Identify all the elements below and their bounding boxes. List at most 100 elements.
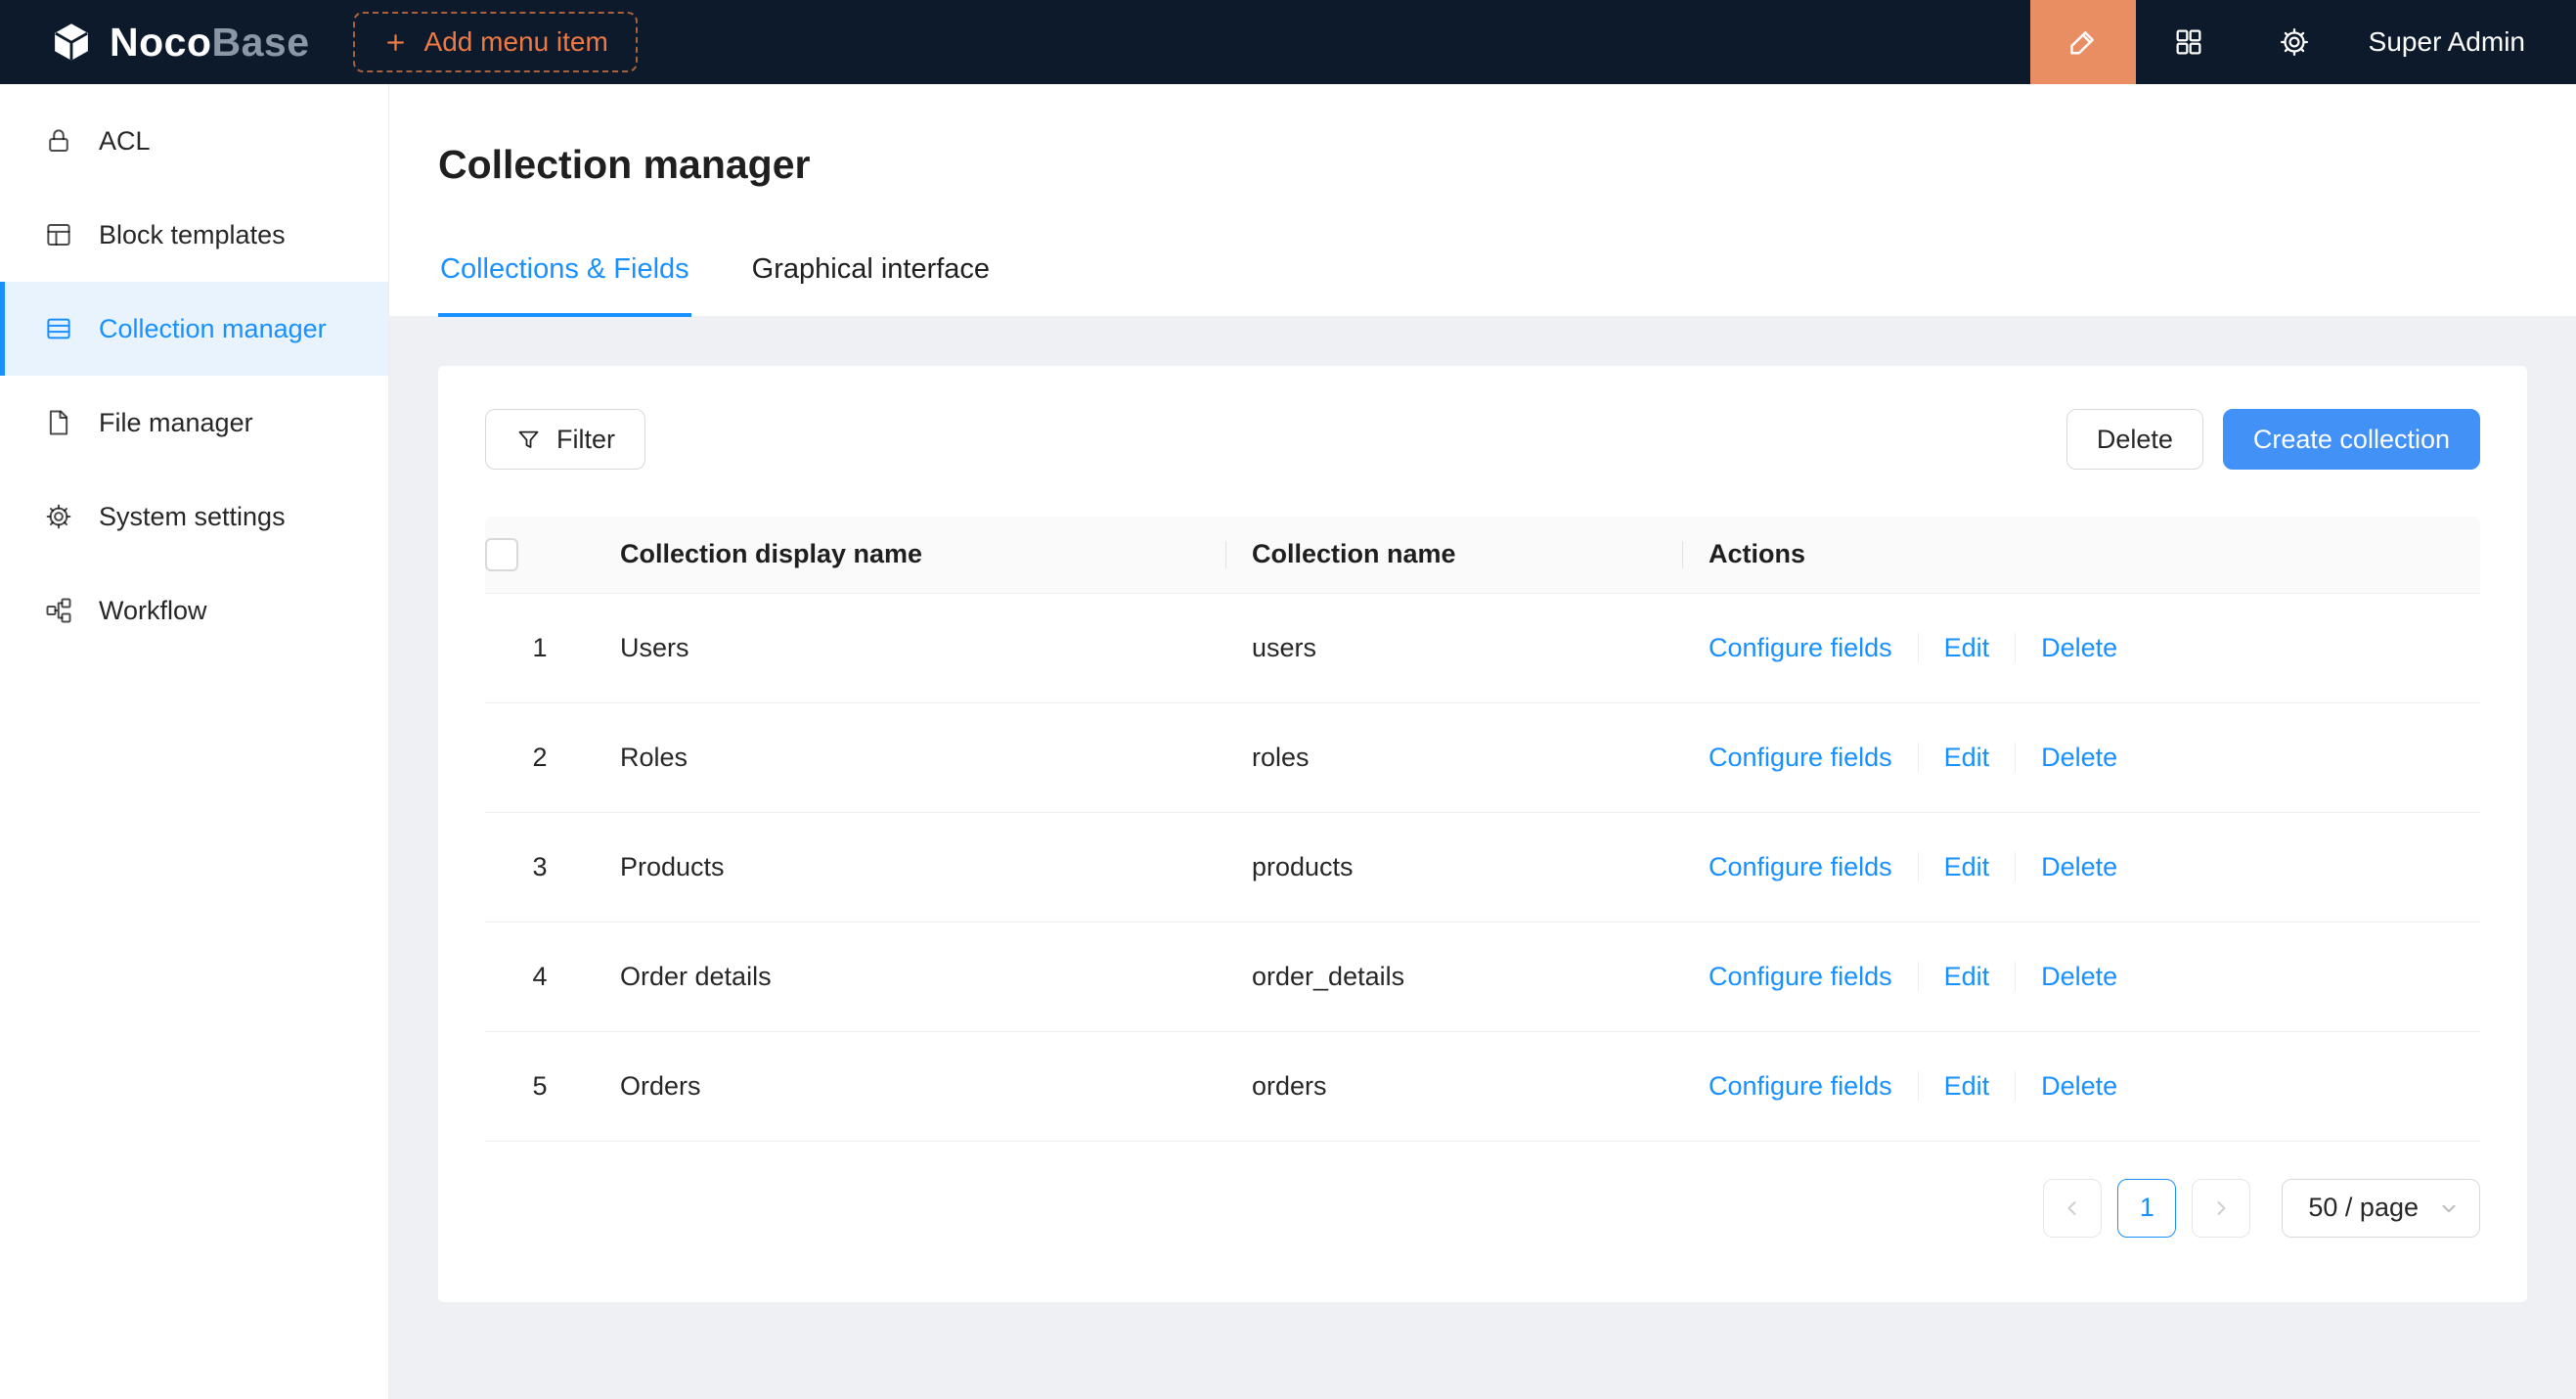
row-display-name: Orders [595,1031,1226,1141]
next-page-button[interactable] [2192,1179,2250,1238]
row-index: 2 [485,702,595,812]
current-user[interactable]: Super Admin [2347,26,2576,58]
action-divider [2015,633,2016,662]
chevron-down-icon [2438,1197,2460,1219]
add-menu-item-button[interactable]: Add menu item [353,12,638,72]
page-number-button[interactable]: 1 [2117,1179,2176,1238]
table-row: 5OrdersordersConfigure fieldsEditDelete [485,1031,2480,1141]
select-all-cell [485,517,595,593]
sidebar-menu: ACL Block templates Collection manager File… [0,94,388,657]
delete-button[interactable]: Delete [2066,409,2203,470]
header-actions: Super Admin [2030,0,2576,84]
column-header-actions: Actions [1683,517,2480,593]
action-divider [1918,743,1919,772]
action-divider [1918,852,1919,881]
sidebar-item-workflow[interactable]: Workflow [0,564,388,657]
sidebar-item-acl[interactable]: ACL [0,94,388,188]
table-row: 2Rolesroles Configure fields Edit Delete [485,702,2480,812]
configure-fields-link[interactable]: Configure fields [1709,852,1892,882]
tab-bar: Collections & Fields Graphical interface [389,238,2576,317]
column-header-collection-name: Collection name [1226,517,1683,593]
pagination: 1 50 / page [485,1179,2480,1238]
action-divider [1918,962,1919,991]
app-logo[interactable]: NocoBase [0,20,353,66]
delete-link[interactable]: Delete [2041,852,2117,882]
sidebar-item-label: System settings [99,502,286,532]
ui-editor-button[interactable] [2030,0,2136,84]
collections-card: Filter Delete Create collection Collecti… [438,366,2527,1302]
page-size-label: 50 / page [2308,1193,2419,1223]
row-index: 5 [485,1031,595,1141]
logo-text-light: Base [212,20,310,65]
prev-page-button[interactable] [2043,1179,2102,1238]
filter-button[interactable]: Filter [485,409,645,470]
delete-link[interactable]: Delete [2041,633,2117,663]
table-row: 1UsersusersConfigure fieldsEditDelete [485,593,2480,702]
tab-collections-fields[interactable]: Collections & Fields [438,238,691,317]
card-toolbar: Filter Delete Create collection [485,409,2480,470]
row-index: 4 [485,922,595,1031]
filter-button-label: Filter [556,425,615,455]
filter-icon [515,427,542,453]
edit-link[interactable]: Edit [1944,743,1990,773]
app-header: NocoBase Add menu item Super Admin [0,0,2576,84]
edit-link[interactable]: Edit [1944,1071,1990,1102]
edit-link[interactable]: Edit [1944,852,1990,882]
row-index: 3 [485,812,595,922]
grid-icon [2172,25,2205,59]
configure-fields-link[interactable]: Configure fields [1709,743,1892,773]
sidebar-item-collection-manager[interactable]: Collection manager [0,282,388,376]
row-actions-cell: Configure fields Edit Delete [1683,593,2480,702]
lock-icon [44,126,73,156]
create-collection-button[interactable]: Create collection [2223,409,2480,470]
page-size-select[interactable]: 50 / page [2282,1179,2480,1238]
column-header-label: Collection display name [620,539,922,568]
column-header-display-name: Collection display name [595,517,1226,593]
add-menu-item-label: Add menu item [424,26,608,58]
logo-text-bold: Noco [110,20,212,65]
delete-link[interactable]: Delete [2041,962,2117,992]
edit-link[interactable]: Edit [1944,962,1990,992]
tab-graphical-interface[interactable]: Graphical interface [750,238,992,316]
sidebar-item-file-manager[interactable]: File manager [0,376,388,470]
column-header-label: Actions [1709,539,1805,568]
main-content: Collection manager Collections & Fields … [389,84,2576,1399]
app-logo-text: NocoBase [110,20,310,66]
delete-button-label: Delete [2097,425,2173,455]
collections-table: Collection display name Collection name … [485,517,2480,1142]
sidebar-item-label: Collection manager [99,314,327,344]
content-area: Filter Delete Create collection Collecti… [389,317,2576,1399]
row-collection-name: users [1226,593,1683,702]
configure-fields-link[interactable]: Configure fields [1709,1071,1892,1102]
row-index: 1 [485,593,595,702]
workflow-icon [44,596,73,625]
delete-link[interactable]: Delete [2041,1071,2117,1102]
create-collection-label: Create collection [2253,425,2450,455]
sidebar-item-label: Block templates [99,220,286,250]
row-display-name: Roles [595,702,1226,812]
row-actions-cell: Configure fields Edit Delete [1683,922,2480,1031]
action-divider [2015,962,2016,991]
plugins-button[interactable] [2136,0,2242,84]
configure-fields-link[interactable]: Configure fields [1709,962,1892,992]
sidebar-item-system-settings[interactable]: System settings [0,470,388,564]
page-title: Collection manager [438,141,2576,189]
delete-link[interactable]: Delete [2041,743,2117,773]
gear-icon [2278,25,2311,59]
highlighter-icon [2065,24,2101,61]
action-divider [1918,633,1919,662]
edit-link[interactable]: Edit [1944,633,1990,663]
sidebar-item-block-templates[interactable]: Block templates [0,188,388,282]
select-all-checkbox[interactable] [485,538,518,571]
action-divider [2015,852,2016,881]
sidebar: ACL Block templates Collection manager File… [0,84,389,1399]
table-row: 3ProductsproductsConfigure fieldsEditDel… [485,812,2480,922]
sidebar-item-label: Workflow [99,596,207,626]
settings-icon [44,502,73,531]
file-icon [44,408,73,437]
system-settings-button[interactable] [2242,0,2347,84]
row-display-name: Products [595,812,1226,922]
row-collection-name: roles [1226,702,1683,812]
configure-fields-link[interactable]: Configure fields [1709,633,1892,663]
column-header-label: Collection name [1252,539,1456,568]
